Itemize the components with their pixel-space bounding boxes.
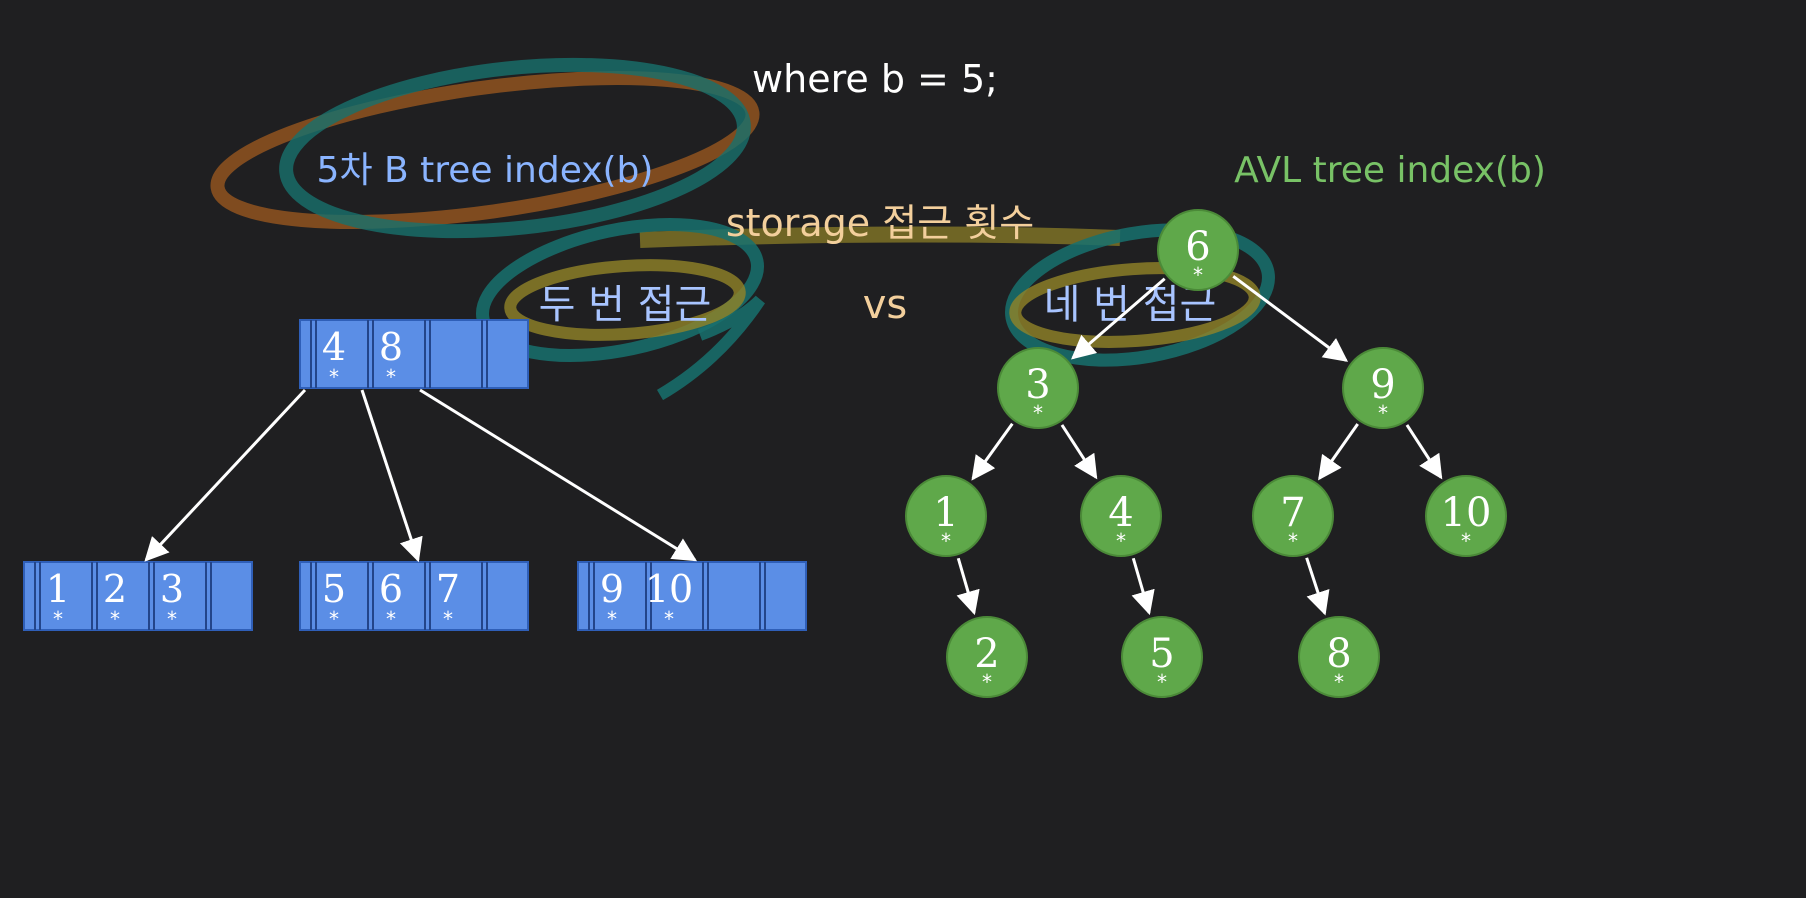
avl-node-pointer: * bbox=[1157, 670, 1167, 694]
btree-leaf-node-1-pointer: * bbox=[53, 607, 63, 631]
btree-root-node-pointer: * bbox=[329, 365, 339, 389]
avl-edge-9-to-10 bbox=[1405, 424, 1443, 480]
avl-node-pointer: * bbox=[1288, 529, 1298, 553]
avl-node-9: 9* bbox=[1342, 347, 1424, 429]
btree-leaf-node-1-key: 3 bbox=[160, 567, 184, 611]
avl-node-6: 6* bbox=[1157, 209, 1239, 291]
btree-leaf-node-2-key: 6 bbox=[379, 567, 403, 611]
btree-leaf-node-1-key: 2 bbox=[103, 567, 127, 611]
avl-edge-4-to-5 bbox=[1131, 557, 1155, 616]
btree-diagram: 4*8*1*2*3*5*6*7*9*10* bbox=[23, 319, 807, 631]
avl-edge-3-to-4 bbox=[1060, 424, 1098, 480]
avl-node-4: 4* bbox=[1080, 475, 1162, 557]
avl-node-pointer: * bbox=[1378, 401, 1388, 425]
btree-leaf-node-2: 5*6*7* bbox=[299, 561, 529, 631]
btree-leaf-node-2-pointer: * bbox=[386, 607, 396, 631]
btree-leaf-node-2-pointer: * bbox=[329, 607, 339, 631]
btree-root-node-pointer: * bbox=[386, 365, 396, 389]
avl-node-2: 2* bbox=[946, 616, 1028, 698]
btree-leaf-node-2-key: 5 bbox=[322, 567, 346, 611]
avl-edge-3-to-1 bbox=[971, 422, 1014, 481]
comparison-title: storage 접근 횟수 bbox=[726, 201, 1034, 245]
btree-leaf-node-2-pointer: * bbox=[443, 607, 453, 631]
btree-leaf-node-3-key: 9 bbox=[600, 567, 624, 611]
avl-node-10: 10* bbox=[1425, 475, 1507, 557]
btree-root-node-key: 4 bbox=[322, 325, 346, 369]
avl-node-1: 1* bbox=[905, 475, 987, 557]
btree-edge-3 bbox=[419, 388, 698, 562]
avl-tree-diagram: 6* 3* 9* 1* 4* 7* 10* 2* 5* 8* bbox=[905, 209, 1507, 698]
vs-label: vs bbox=[863, 282, 908, 328]
btree-leaf-node-3-key: 10 bbox=[645, 567, 693, 611]
avl-node-7: 7* bbox=[1252, 475, 1334, 557]
diagram-canvas: where b = 5; 5차 B tree index(b) AVL tree… bbox=[0, 0, 1806, 894]
avl-edge-9-to-7 bbox=[1318, 423, 1359, 481]
btree-leaf-node-1-key: 1 bbox=[46, 567, 70, 611]
avl-node-pointer: * bbox=[1033, 401, 1043, 425]
btree-leaf-node-3: 9*10* bbox=[577, 561, 807, 631]
avl-node-3: 3* bbox=[997, 347, 1079, 429]
avl-node-8: 8* bbox=[1298, 616, 1380, 698]
btree-leaf-node-1: 1*2*3* bbox=[23, 561, 253, 631]
avl-edge-1-to-2 bbox=[956, 557, 980, 616]
btree-leaf-node-2-key: 7 bbox=[436, 567, 460, 611]
btree-leaf-node-1-pointer: * bbox=[110, 607, 120, 631]
avl-edge-7-to-8 bbox=[1305, 557, 1330, 616]
btree-root-node: 4*8* bbox=[299, 319, 529, 389]
avl-node-pointer: * bbox=[1116, 529, 1126, 553]
btree-access-label: 두 번 접근 bbox=[539, 282, 712, 328]
query-text: where b = 5; bbox=[752, 57, 998, 101]
btree-leaf-node-1-pointer: * bbox=[167, 607, 177, 631]
btree-root-node-key: 8 bbox=[379, 325, 403, 369]
btree-leaf-node-3-pointer: * bbox=[664, 607, 674, 631]
avl-node-pointer: * bbox=[941, 529, 951, 553]
avl-node-pointer: * bbox=[1461, 529, 1471, 553]
btree-edge-1 bbox=[144, 388, 307, 562]
avl-node-pointer: * bbox=[1334, 670, 1344, 694]
btree-edge-2 bbox=[360, 389, 423, 563]
avl-node-pointer: * bbox=[982, 670, 992, 694]
btree-leaf-node-3-pointer: * bbox=[607, 607, 617, 631]
diagram-svg: where b = 5; 5차 B tree index(b) AVL tree… bbox=[23, 57, 1546, 698]
avl-node-5: 5* bbox=[1121, 616, 1203, 698]
btree-title: 5차 B tree index(b) bbox=[317, 150, 654, 191]
avl-title: AVL tree index(b) bbox=[1234, 150, 1546, 191]
avl-node-pointer: * bbox=[1193, 263, 1203, 287]
